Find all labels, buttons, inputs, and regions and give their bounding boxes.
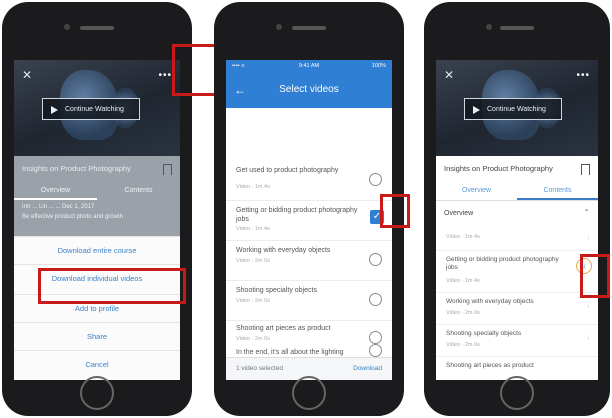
continue-watching-label: Continue Watching (487, 106, 546, 113)
video-title: Getting or bidding product photography j… (446, 256, 559, 271)
page-title: Select videos (279, 84, 339, 95)
download-icon[interactable]: ↓ (587, 334, 591, 341)
play-icon (51, 106, 58, 114)
close-icon[interactable]: ✕ (444, 68, 454, 82)
video-duration: Video · 2m 0s (236, 298, 270, 304)
share-button[interactable]: Share (14, 322, 180, 351)
video-title: Shooting art pieces as product (236, 325, 331, 332)
course-title-text: Insights on Product Photography (22, 164, 131, 173)
home-button[interactable] (292, 376, 326, 410)
video-title: Getting or bidding product photography j… (236, 207, 358, 223)
screen-select-videos: •••• ≡ 9:41 AM 100% ← Select videos Get … (226, 60, 392, 380)
video-duration: Video · 1m 4s (236, 226, 270, 232)
more-options-icon[interactable]: ••• (158, 70, 172, 81)
video-title: Shooting specialty objects (236, 287, 317, 294)
video-duration: Video · 2m 0s (446, 310, 480, 316)
highlight-selected-checkbox (380, 194, 410, 228)
course-title: Insights on Product Photography (14, 156, 180, 182)
selected-count: 1 video selected (236, 365, 283, 372)
phone-3: ✕ ••• Continue Watching Insights on Prod… (424, 2, 610, 416)
video-thumbnail[interactable]: ✕ ••• Continue Watching (436, 60, 598, 156)
content-row[interactable]: Working with everyday objects Video · 2m… (436, 294, 598, 325)
select-radio[interactable] (369, 173, 382, 186)
camera (276, 24, 282, 30)
camera (64, 24, 70, 30)
signal-indicator: •••• ≡ (232, 63, 245, 69)
content-row[interactable]: Getting or bidding product photography j… (436, 252, 598, 293)
speaker (500, 26, 534, 30)
screen-course-contents: ✕ ••• Continue Watching Insights on Prod… (436, 60, 598, 380)
download-icon[interactable]: ↓ (587, 234, 591, 241)
battery-indicator: 100% (371, 63, 386, 69)
cancel-button[interactable]: Cancel (14, 350, 180, 379)
video-duration: Video · 1m 4s (446, 234, 480, 240)
video-row[interactable]: Get used to product photography Video · … (226, 160, 392, 201)
video-title: Get used to product photography (236, 167, 339, 174)
highlight-more-options (172, 44, 218, 96)
home-button[interactable] (80, 376, 114, 410)
tab-bar: Overview Contents (436, 182, 598, 201)
course-description: Be effective product photo and growth (22, 214, 123, 220)
select-radio[interactable] (369, 344, 382, 357)
tab-overview[interactable]: Overview (436, 182, 517, 200)
download-button[interactable]: Download (353, 358, 382, 380)
bookmark-icon[interactable] (163, 164, 172, 175)
video-title: Shooting specialty objects (446, 330, 522, 337)
continue-watching-button[interactable]: Continue Watching (464, 98, 562, 120)
play-icon (473, 106, 480, 114)
highlight-download-icon (580, 254, 610, 298)
video-title: Working with everyday objects (446, 298, 534, 305)
camera (486, 24, 492, 30)
video-title: In the end, it's all about the lighting (236, 349, 344, 356)
screen-course-options: ✕ ••• Continue Watching Insights on Prod… (14, 60, 180, 380)
tab-bar: Overview Contents (14, 182, 180, 200)
tab-overview[interactable]: Overview (14, 182, 97, 200)
video-duration: Video · 1m 4s (236, 184, 270, 190)
section-header[interactable]: Overview (444, 210, 473, 217)
download-entire-course-button[interactable]: Download entire course (14, 236, 180, 265)
continue-watching-button[interactable]: Continue Watching (42, 98, 140, 120)
video-row[interactable]: Working with everyday objects Video · 2m… (226, 240, 392, 281)
speaker (292, 26, 326, 30)
more-options-icon[interactable]: ••• (576, 70, 590, 81)
video-thumbnail[interactable]: ✕ ••• Continue Watching (14, 60, 180, 156)
tab-contents[interactable]: Contents (517, 182, 598, 200)
home-button[interactable] (500, 376, 534, 410)
video-row[interactable]: Getting or bidding product photography j… (226, 200, 392, 241)
speaker (80, 26, 114, 30)
content-row[interactable]: Video · 1m 4s ↓ (436, 226, 598, 251)
chevron-up-icon[interactable]: ⌃ (583, 208, 590, 217)
course-title: Insights on Product Photography (436, 156, 598, 182)
video-title: Shooting art pieces as product (446, 362, 534, 369)
video-duration: Video · 2m 0s (236, 258, 270, 264)
video-row[interactable]: Shooting specialty objects Video · 2m 0s (226, 280, 392, 321)
select-radio[interactable] (369, 293, 382, 306)
continue-watching-label: Continue Watching (65, 106, 124, 113)
close-icon[interactable]: ✕ (22, 68, 32, 82)
video-title: Working with everyday objects (236, 247, 331, 254)
content-row[interactable]: Shooting specialty objects Video · 2m 0s… (436, 326, 598, 357)
course-meta: Intr ... Lin ... ... Dec 1, 2017 (22, 204, 95, 210)
video-duration: Video · 2m 0s (446, 342, 480, 348)
download-icon[interactable]: ↓ (587, 302, 591, 309)
status-bar: •••• ≡ 9:41 AM 100% (226, 60, 392, 72)
highlight-download-individual (38, 268, 186, 304)
back-arrow-icon[interactable]: ← (234, 72, 246, 108)
video-duration: Video · 1m 4s (446, 278, 480, 284)
bookmark-icon[interactable] (581, 164, 590, 175)
phone-2: •••• ≡ 9:41 AM 100% ← Select videos Get … (214, 2, 404, 416)
select-radio[interactable] (369, 253, 382, 266)
status-time: 9:41 AM (298, 63, 320, 69)
action-sheet: Download entire course Download individu… (14, 236, 180, 380)
tab-contents[interactable]: Contents (97, 182, 180, 200)
course-title-text: Insights on Product Photography (444, 164, 553, 173)
phone-1: ✕ ••• Continue Watching Insights on Prod… (2, 2, 192, 416)
nav-bar: ← Select videos (226, 72, 392, 108)
